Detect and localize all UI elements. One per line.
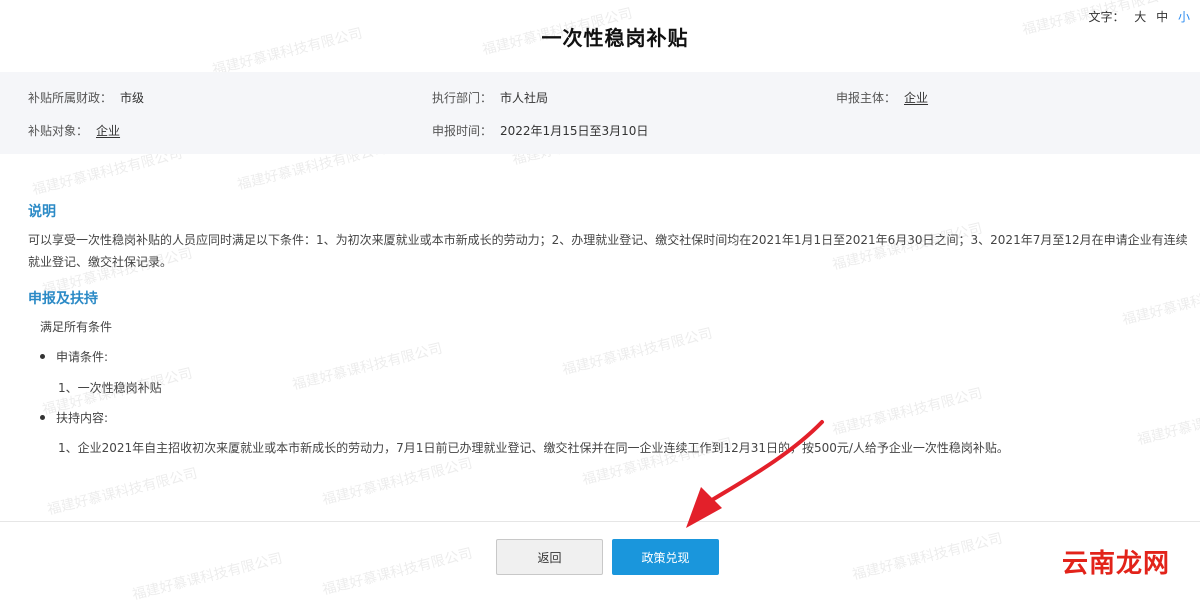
condition-all-text: 满足所有条件	[40, 320, 113, 334]
site-logo: 云南龙网	[1061, 549, 1170, 579]
meta-target-key: 补贴对象：	[28, 124, 89, 138]
meta-target-value: 企业	[96, 124, 121, 138]
watermark: 福建好慕课科技有限公司	[320, 455, 475, 509]
apply-item: 1、一次性稳岗补贴	[58, 381, 162, 395]
watermark: 福建好慕课科技有限公司	[130, 550, 285, 604]
bullet-dot	[40, 415, 45, 420]
watermark: 福建好慕课科技有限公司	[1135, 395, 1200, 449]
watermark: 福建好慕课科技有限公司	[560, 325, 715, 379]
watermark: 福建好慕课科技有限公司	[45, 465, 200, 519]
footer-divider	[0, 521, 1200, 522]
meta-time-value: 2022年1月15日至3月10日	[500, 124, 649, 138]
meta-time-key: 申报时间：	[432, 124, 493, 138]
page-title: 一次性稳岗补贴	[541, 26, 689, 50]
meta-dept-key: 执行部门：	[432, 91, 493, 105]
meta-finance-value: 市级	[120, 91, 145, 105]
back-button[interactable]: 返回	[496, 539, 603, 575]
meta-finance-key: 补贴所属财政：	[28, 91, 113, 105]
meta-finance: 补贴所属财政： 市级	[28, 89, 144, 106]
policy-cash-button[interactable]: 政策兑现	[612, 539, 719, 575]
apply-label: 申请条件:	[56, 350, 109, 364]
support-label: 扶持内容:	[56, 411, 109, 425]
watermark: 福建好慕课科技有限公司	[1120, 275, 1200, 329]
meta-applicant: 申报主体： 企业	[836, 89, 928, 106]
support-item: 1、企业2021年自主招收初次来厦就业或本市新成长的劳动力，7月1日前已办理就业…	[58, 441, 1009, 455]
watermark: 福建好慕课科技有限公司	[320, 545, 475, 599]
watermark: 福建好慕课科技有限公司	[830, 385, 985, 439]
meta-dept: 执行部门： 市人社局	[432, 89, 548, 106]
watermark: 福建好慕课科技有限公司	[850, 530, 1005, 584]
bullet-dot	[40, 354, 45, 359]
watermark: 福建好慕课科技有限公司	[290, 340, 445, 394]
meta-applicant-value: 企业	[904, 91, 929, 105]
explain-text: 可以享受一次性稳岗补贴的人员应同时满足以下条件：1、为初次来厦就业或本市新成长的…	[28, 233, 1188, 269]
explain-title: 说明	[28, 204, 56, 220]
policy-meta-panel: 补贴所属财政： 市级 执行部门： 市人社局 申报主体： 企业 补贴对象： 企业 申报时间…	[0, 72, 1200, 154]
meta-applicant-key: 申报主体：	[836, 91, 897, 105]
meta-time: 申报时间： 2022年1月15日至3月10日	[432, 122, 648, 139]
support-title: 申报及扶持	[28, 291, 98, 307]
policy-detail-page: 福建好慕课科技有限公司 福建好慕课科技有限公司 福建好慕课科技有限公司 福建好慕…	[0, 0, 1200, 603]
meta-target: 补贴对象： 企业	[28, 122, 120, 139]
meta-dept-value: 市人社局	[500, 91, 549, 105]
